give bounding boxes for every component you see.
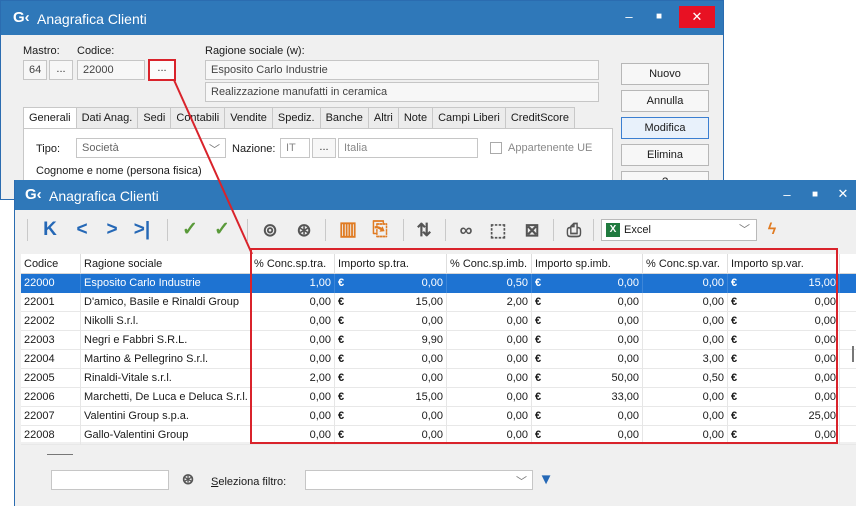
annotation-arrow	[173, 79, 253, 255]
